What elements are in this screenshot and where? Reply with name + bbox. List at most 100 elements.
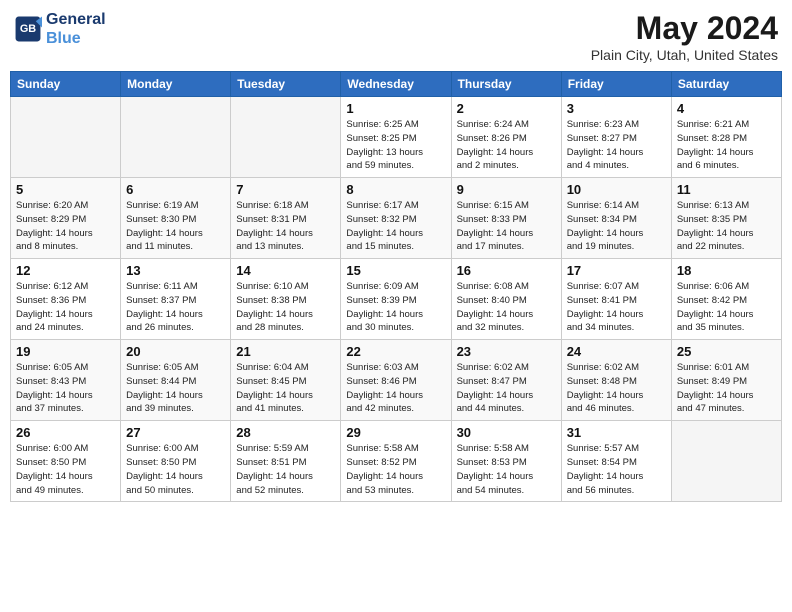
day-number: 8: [346, 182, 445, 197]
calendar-day-cell: 22 Sunrise: 6:03 AM Sunset: 8:46 PM Dayli…: [341, 340, 451, 421]
day-number: 28: [236, 425, 335, 440]
day-info: Sunrise: 6:12 AM Sunset: 8:36 PM Dayligh…: [16, 280, 115, 335]
day-info: Sunrise: 6:02 AM Sunset: 8:47 PM Dayligh…: [457, 361, 556, 416]
day-info: Sunrise: 6:07 AM Sunset: 8:41 PM Dayligh…: [567, 280, 666, 335]
day-number: 13: [126, 263, 225, 278]
calendar-day-cell: 16Sunrise: 6:08 AM Sunset: 8:40 PM Dayli…: [451, 259, 561, 340]
day-info: Sunrise: 6:20 AM Sunset: 8:29 PM Dayligh…: [16, 199, 115, 254]
weekday-header: Monday: [121, 72, 231, 97]
calendar-day-cell: 17 Sunrise: 6:07 AM Sunset: 8:41 PM Dayli…: [561, 259, 671, 340]
day-number: 30: [457, 425, 556, 440]
day-number: 9: [457, 182, 556, 197]
day-number: 14: [236, 263, 335, 278]
calendar-day-cell: 21Sunrise: 6:04 AM Sunset: 8:45 PM Dayli…: [231, 340, 341, 421]
day-number: 5: [16, 182, 115, 197]
weekday-header: Thursday: [451, 72, 561, 97]
calendar-day-cell: [121, 97, 231, 178]
day-info: Sunrise: 6:02 AM Sunset: 8:48 PM Dayligh…: [567, 361, 666, 416]
day-info: Sunrise: 6:21 AM Sunset: 8:28 PM Dayligh…: [677, 118, 776, 173]
calendar-day-cell: 24 Sunrise: 6:02 AM Sunset: 8:48 PM Dayli…: [561, 340, 671, 421]
calendar-day-cell: [671, 421, 781, 502]
title-area: May 2024 Plain City, Utah, United States: [591, 10, 778, 63]
calendar-day-cell: 2Sunrise: 6:24 AM Sunset: 8:26 PM Daylig…: [451, 97, 561, 178]
logo-text: General Blue: [46, 10, 106, 48]
calendar-day-cell: 13 Sunrise: 6:11 AM Sunset: 8:37 PM Dayli…: [121, 259, 231, 340]
calendar-week-row: 12 Sunrise: 6:12 AM Sunset: 8:36 PM Dayli…: [11, 259, 782, 340]
day-info: Sunrise: 6:03 AM Sunset: 8:46 PM Dayligh…: [346, 361, 445, 416]
month-title: May 2024: [591, 10, 778, 47]
calendar-body: 1Sunrise: 6:25 AM Sunset: 8:25 PM Daylig…: [11, 97, 782, 502]
calendar-day-cell: 26 Sunrise: 6:00 AM Sunset: 8:50 PM Dayli…: [11, 421, 121, 502]
day-number: 22: [346, 344, 445, 359]
day-number: 26: [16, 425, 115, 440]
calendar-day-cell: 28 Sunrise: 5:59 AM Sunset: 8:51 PM Dayli…: [231, 421, 341, 502]
day-info: Sunrise: 6:05 AM Sunset: 8:43 PM Dayligh…: [16, 361, 115, 416]
calendar-day-cell: 29 Sunrise: 5:58 AM Sunset: 8:52 PM Dayli…: [341, 421, 451, 502]
calendar-day-cell: [11, 97, 121, 178]
day-info: Sunrise: 6:25 AM Sunset: 8:25 PM Dayligh…: [346, 118, 445, 173]
calendar-day-cell: 25Sunrise: 6:01 AM Sunset: 8:49 PM Dayli…: [671, 340, 781, 421]
day-info: Sunrise: 5:58 AM Sunset: 8:52 PM Dayligh…: [346, 442, 445, 497]
calendar-day-cell: 18 Sunrise: 6:06 AM Sunset: 8:42 PM Dayli…: [671, 259, 781, 340]
calendar-day-cell: [231, 97, 341, 178]
day-number: 15: [346, 263, 445, 278]
calendar-day-cell: 30Sunrise: 5:58 AM Sunset: 8:53 PM Dayli…: [451, 421, 561, 502]
day-info: Sunrise: 6:10 AM Sunset: 8:38 PM Dayligh…: [236, 280, 335, 335]
day-info: Sunrise: 6:19 AM Sunset: 8:30 PM Dayligh…: [126, 199, 225, 254]
day-number: 10: [567, 182, 666, 197]
day-info: Sunrise: 6:15 AM Sunset: 8:33 PM Dayligh…: [457, 199, 556, 254]
calendar-table: SundayMondayTuesdayWednesdayThursdayFrid…: [10, 71, 782, 502]
day-number: 12: [16, 263, 115, 278]
day-number: 17: [567, 263, 666, 278]
calendar-day-cell: 20 Sunrise: 6:05 AM Sunset: 8:44 PM Dayli…: [121, 340, 231, 421]
day-info: Sunrise: 6:05 AM Sunset: 8:44 PM Dayligh…: [126, 361, 225, 416]
location-title: Plain City, Utah, United States: [591, 47, 778, 63]
calendar-day-cell: 7 Sunrise: 6:18 AM Sunset: 8:31 PM Daylig…: [231, 178, 341, 259]
calendar-day-cell: 27Sunrise: 6:00 AM Sunset: 8:50 PM Dayli…: [121, 421, 231, 502]
day-info: Sunrise: 6:14 AM Sunset: 8:34 PM Dayligh…: [567, 199, 666, 254]
day-number: 24: [567, 344, 666, 359]
calendar-day-cell: 23 Sunrise: 6:02 AM Sunset: 8:47 PM Dayli…: [451, 340, 561, 421]
day-info: Sunrise: 6:18 AM Sunset: 8:31 PM Dayligh…: [236, 199, 335, 254]
weekday-header: Tuesday: [231, 72, 341, 97]
calendar-week-row: 1Sunrise: 6:25 AM Sunset: 8:25 PM Daylig…: [11, 97, 782, 178]
day-number: 6: [126, 182, 225, 197]
calendar-day-cell: 5 Sunrise: 6:20 AM Sunset: 8:29 PM Daylig…: [11, 178, 121, 259]
day-info: Sunrise: 6:24 AM Sunset: 8:26 PM Dayligh…: [457, 118, 556, 173]
day-info: Sunrise: 6:06 AM Sunset: 8:42 PM Dayligh…: [677, 280, 776, 335]
day-number: 3: [567, 101, 666, 116]
day-info: Sunrise: 6:13 AM Sunset: 8:35 PM Dayligh…: [677, 199, 776, 254]
calendar-day-cell: 1Sunrise: 6:25 AM Sunset: 8:25 PM Daylig…: [341, 97, 451, 178]
day-number: 23: [457, 344, 556, 359]
day-number: 18: [677, 263, 776, 278]
day-info: Sunrise: 6:04 AM Sunset: 8:45 PM Dayligh…: [236, 361, 335, 416]
logo: GB General Blue: [14, 10, 106, 48]
day-info: Sunrise: 6:11 AM Sunset: 8:37 PM Dayligh…: [126, 280, 225, 335]
calendar-week-row: 5 Sunrise: 6:20 AM Sunset: 8:29 PM Daylig…: [11, 178, 782, 259]
svg-text:GB: GB: [20, 23, 36, 35]
calendar-header-row: SundayMondayTuesdayWednesdayThursdayFrid…: [11, 72, 782, 97]
calendar-day-cell: 9 Sunrise: 6:15 AM Sunset: 8:33 PM Daylig…: [451, 178, 561, 259]
logo-icon: GB: [14, 15, 42, 43]
day-info: Sunrise: 6:00 AM Sunset: 8:50 PM Dayligh…: [16, 442, 115, 497]
weekday-header: Friday: [561, 72, 671, 97]
calendar-day-cell: 12 Sunrise: 6:12 AM Sunset: 8:36 PM Dayli…: [11, 259, 121, 340]
day-info: Sunrise: 5:59 AM Sunset: 8:51 PM Dayligh…: [236, 442, 335, 497]
day-number: 19: [16, 344, 115, 359]
calendar-day-cell: 14 Sunrise: 6:10 AM Sunset: 8:38 PM Dayli…: [231, 259, 341, 340]
calendar-day-cell: 6 Sunrise: 6:19 AM Sunset: 8:30 PM Daylig…: [121, 178, 231, 259]
day-info: Sunrise: 6:17 AM Sunset: 8:32 PM Dayligh…: [346, 199, 445, 254]
day-number: 29: [346, 425, 445, 440]
calendar-day-cell: 31Sunrise: 5:57 AM Sunset: 8:54 PM Dayli…: [561, 421, 671, 502]
day-number: 7: [236, 182, 335, 197]
calendar-day-cell: 19 Sunrise: 6:05 AM Sunset: 8:43 PM Dayli…: [11, 340, 121, 421]
calendar-day-cell: 3 Sunrise: 6:23 AM Sunset: 8:27 PM Daylig…: [561, 97, 671, 178]
day-number: 31: [567, 425, 666, 440]
day-number: 16: [457, 263, 556, 278]
weekday-header: Sunday: [11, 72, 121, 97]
weekday-header: Saturday: [671, 72, 781, 97]
day-info: Sunrise: 6:23 AM Sunset: 8:27 PM Dayligh…: [567, 118, 666, 173]
day-info: Sunrise: 6:00 AM Sunset: 8:50 PM Dayligh…: [126, 442, 225, 497]
day-number: 20: [126, 344, 225, 359]
calendar-day-cell: 8 Sunrise: 6:17 AM Sunset: 8:32 PM Daylig…: [341, 178, 451, 259]
